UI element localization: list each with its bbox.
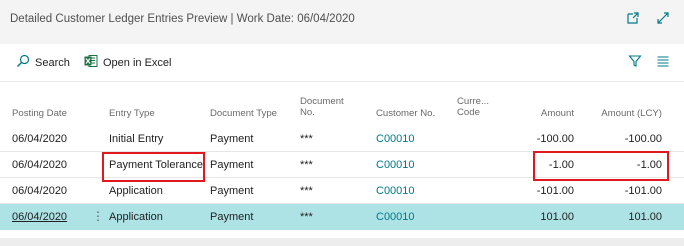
- column-header-currency-code-line2: Code: [457, 107, 480, 118]
- cell-entry-type: Initial Entry: [109, 133, 164, 145]
- list-view-icon[interactable]: [656, 54, 670, 71]
- highlight-box-entry-type: [102, 152, 205, 182]
- title-bar: Detailed Customer Ledger Entries Preview…: [0, 0, 684, 44]
- cell-document-no: ***: [300, 159, 313, 171]
- cell-posting-date: 06/04/2020: [12, 159, 68, 171]
- excel-label: Open in Excel: [103, 56, 172, 69]
- column-header-document-no-line1: Document: [300, 96, 344, 107]
- view-actions: [628, 54, 670, 71]
- cell-amount: 101.00: [540, 211, 574, 223]
- action-bar: Search Open in Excel: [0, 44, 684, 82]
- cell-posting-date: 06/04/2020: [12, 185, 68, 197]
- column-header-document-no-line2: No.: [300, 107, 315, 118]
- cell-document-type: Payment: [210, 185, 254, 197]
- search-button[interactable]: Search: [16, 54, 70, 71]
- column-header-currency-code-line1: Curre...: [457, 96, 489, 107]
- column-header-currency-code[interactable]: Curre... Code: [457, 96, 489, 118]
- open-in-excel-button[interactable]: Open in Excel: [84, 54, 171, 71]
- cell-customer-no[interactable]: C00010: [376, 185, 415, 197]
- table-row-selected[interactable]: 06/04/2020 ⋮ Application Payment *** C00…: [0, 204, 684, 230]
- column-header-document-no[interactable]: Document No.: [300, 96, 344, 118]
- search-label: Search: [35, 56, 70, 69]
- column-header-amount[interactable]: Amount: [541, 108, 574, 119]
- cell-document-type: Payment: [210, 211, 254, 223]
- cell-customer-no[interactable]: C00010: [376, 159, 415, 171]
- cell-document-no: ***: [300, 211, 313, 223]
- cell-document-no: ***: [300, 185, 313, 197]
- grid-header: Posting Date Entry Type Document Type Do…: [0, 86, 684, 124]
- cell-amount-lcy: -100.00: [624, 133, 662, 145]
- cell-posting-date: 06/04/2020: [12, 133, 68, 145]
- column-header-posting-date[interactable]: Posting Date: [12, 108, 67, 119]
- column-header-document-type[interactable]: Document Type: [210, 108, 277, 119]
- bottom-strip: [0, 238, 684, 246]
- expand-icon[interactable]: [656, 11, 670, 25]
- highlight-box-amounts: [533, 151, 669, 181]
- popout-icon[interactable]: [626, 11, 640, 25]
- cell-customer-no[interactable]: C00010: [376, 211, 415, 223]
- column-header-customer-no[interactable]: Customer No.: [376, 108, 435, 119]
- search-icon: [16, 54, 30, 71]
- cell-amount-lcy: 101.00: [628, 211, 662, 223]
- more-options-icon[interactable]: ⋮: [92, 210, 104, 222]
- cell-amount: -100.00: [536, 133, 574, 145]
- cell-document-no: ***: [300, 133, 313, 145]
- cell-amount: -101.00: [536, 185, 574, 197]
- title-actions: [626, 11, 670, 25]
- cell-document-type: Payment: [210, 159, 254, 171]
- page-title: Detailed Customer Ledger Entries Preview…: [10, 13, 355, 25]
- cell-document-type: Payment: [210, 133, 254, 145]
- cell-amount-lcy: -101.00: [624, 185, 662, 197]
- table-row[interactable]: 06/04/2020 Initial Entry Payment *** C00…: [0, 126, 684, 152]
- excel-icon: [84, 54, 98, 71]
- column-header-amount-lcy[interactable]: Amount (LCY): [601, 108, 662, 119]
- cell-entry-type: Application: [109, 185, 163, 197]
- cell-customer-no[interactable]: C00010: [376, 133, 415, 145]
- filter-icon[interactable]: [628, 54, 642, 71]
- cell-entry-type: Application: [109, 211, 163, 223]
- column-header-entry-type[interactable]: Entry Type: [109, 108, 155, 119]
- cell-posting-date[interactable]: 06/04/2020: [12, 211, 67, 223]
- list-panel: Search Open in Excel Posting Date Entry …: [0, 44, 684, 238]
